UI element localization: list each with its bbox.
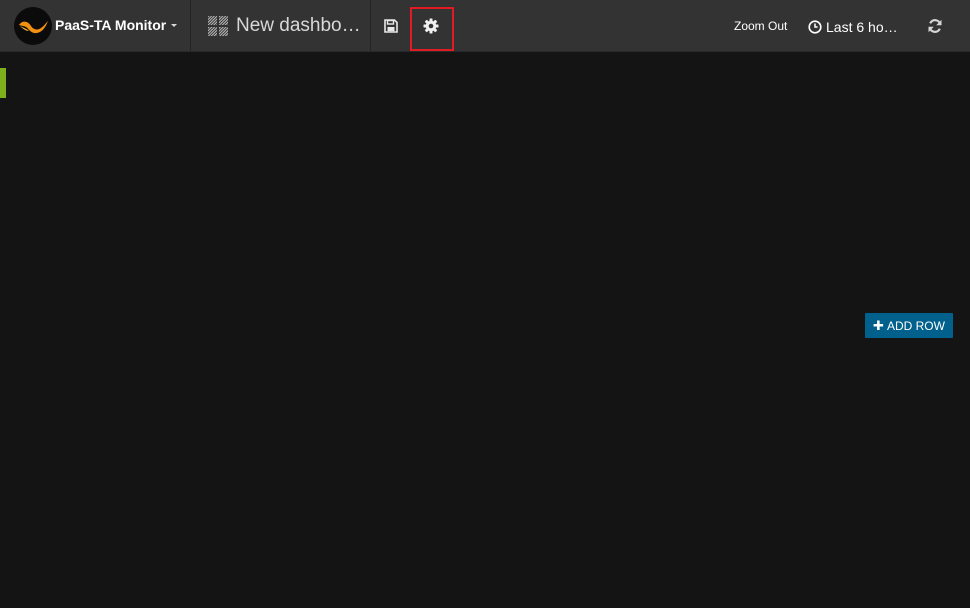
clock-icon xyxy=(808,20,822,34)
save-icon xyxy=(384,19,398,33)
refresh-button[interactable] xyxy=(925,15,945,37)
dashboard-grid-icon xyxy=(208,16,228,36)
add-row-button[interactable]: ✚ ADD ROW xyxy=(865,313,953,338)
brand-menu[interactable]: PaaS-TA Monitor xyxy=(0,0,191,51)
time-range-label: Last 6 ho… xyxy=(826,19,898,35)
refresh-icon xyxy=(928,19,942,33)
add-row-label: ADD ROW xyxy=(886,318,945,333)
settings-button[interactable] xyxy=(418,13,444,39)
plus-icon: ✚ xyxy=(873,318,884,333)
row-collapse-handle[interactable] xyxy=(0,68,6,98)
dashboard-title-button[interactable]: New dashbo… xyxy=(191,0,371,51)
dashboard-title: New dashbo… xyxy=(236,15,361,36)
gear-icon xyxy=(423,18,439,34)
brand-label: PaaS-TA Monitor xyxy=(55,17,167,33)
top-navbar: PaaS-TA Monitor New dashbo… Zoom Out Las… xyxy=(0,0,970,52)
caret-down-icon xyxy=(171,24,177,27)
paas-ta-logo xyxy=(14,7,52,45)
save-button[interactable] xyxy=(378,13,404,39)
time-range-picker[interactable]: Last 6 ho… xyxy=(808,18,898,36)
zoom-out-button[interactable]: Zoom Out xyxy=(734,19,787,33)
